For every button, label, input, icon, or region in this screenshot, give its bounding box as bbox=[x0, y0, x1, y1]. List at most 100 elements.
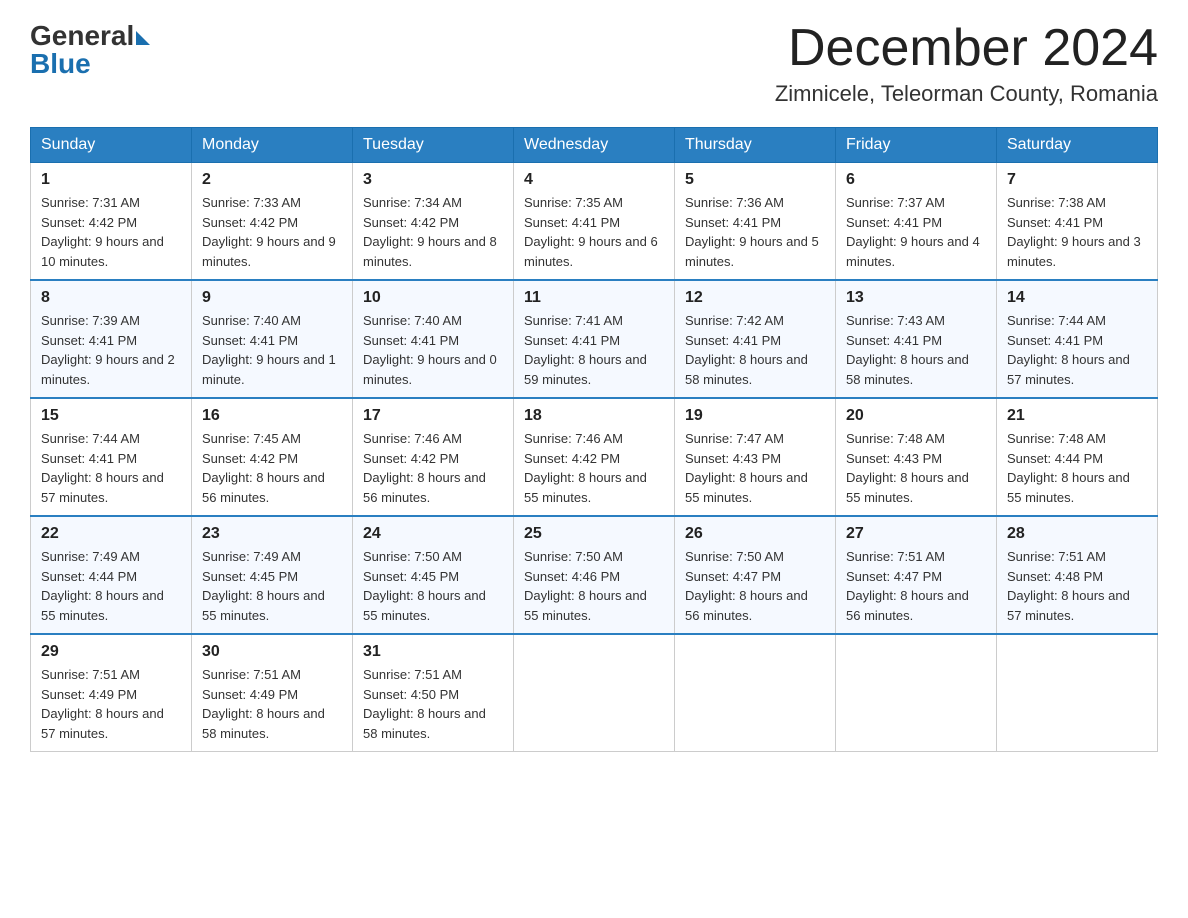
calendar-cell: 7 Sunrise: 7:38 AM Sunset: 4:41 PM Dayli… bbox=[997, 163, 1158, 281]
day-info: Sunrise: 7:38 AM Sunset: 4:41 PM Dayligh… bbox=[1007, 193, 1147, 271]
header-thursday: Thursday bbox=[675, 128, 836, 163]
day-number: 23 bbox=[202, 525, 342, 543]
calendar-cell: 22 Sunrise: 7:49 AM Sunset: 4:44 PM Dayl… bbox=[31, 516, 192, 634]
calendar-cell: 27 Sunrise: 7:51 AM Sunset: 4:47 PM Dayl… bbox=[836, 516, 997, 634]
day-info: Sunrise: 7:46 AM Sunset: 4:42 PM Dayligh… bbox=[524, 429, 664, 507]
day-number: 4 bbox=[524, 171, 664, 189]
calendar-cell: 19 Sunrise: 7:47 AM Sunset: 4:43 PM Dayl… bbox=[675, 398, 836, 516]
page-header: General Blue December 2024 Zimnicele, Te… bbox=[30, 20, 1158, 107]
calendar-cell: 26 Sunrise: 7:50 AM Sunset: 4:47 PM Dayl… bbox=[675, 516, 836, 634]
day-number: 24 bbox=[363, 525, 503, 543]
day-info: Sunrise: 7:50 AM Sunset: 4:47 PM Dayligh… bbox=[685, 547, 825, 625]
calendar-cell: 13 Sunrise: 7:43 AM Sunset: 4:41 PM Dayl… bbox=[836, 280, 997, 398]
calendar-cell: 8 Sunrise: 7:39 AM Sunset: 4:41 PM Dayli… bbox=[31, 280, 192, 398]
calendar-cell: 3 Sunrise: 7:34 AM Sunset: 4:42 PM Dayli… bbox=[353, 163, 514, 281]
day-number: 21 bbox=[1007, 407, 1147, 425]
day-number: 5 bbox=[685, 171, 825, 189]
header-saturday: Saturday bbox=[997, 128, 1158, 163]
day-number: 25 bbox=[524, 525, 664, 543]
logo: General Blue bbox=[30, 20, 150, 80]
day-number: 2 bbox=[202, 171, 342, 189]
calendar-cell: 16 Sunrise: 7:45 AM Sunset: 4:42 PM Dayl… bbox=[192, 398, 353, 516]
day-number: 19 bbox=[685, 407, 825, 425]
day-info: Sunrise: 7:43 AM Sunset: 4:41 PM Dayligh… bbox=[846, 311, 986, 389]
day-number: 11 bbox=[524, 289, 664, 307]
day-number: 6 bbox=[846, 171, 986, 189]
title-area: December 2024 Zimnicele, Teleorman Count… bbox=[775, 20, 1158, 107]
calendar-cell: 21 Sunrise: 7:48 AM Sunset: 4:44 PM Dayl… bbox=[997, 398, 1158, 516]
header-friday: Friday bbox=[836, 128, 997, 163]
calendar-cell: 25 Sunrise: 7:50 AM Sunset: 4:46 PM Dayl… bbox=[514, 516, 675, 634]
day-info: Sunrise: 7:41 AM Sunset: 4:41 PM Dayligh… bbox=[524, 311, 664, 389]
header-wednesday: Wednesday bbox=[514, 128, 675, 163]
day-info: Sunrise: 7:51 AM Sunset: 4:47 PM Dayligh… bbox=[846, 547, 986, 625]
day-number: 27 bbox=[846, 525, 986, 543]
calendar-cell: 23 Sunrise: 7:49 AM Sunset: 4:45 PM Dayl… bbox=[192, 516, 353, 634]
day-number: 1 bbox=[41, 171, 181, 189]
day-info: Sunrise: 7:47 AM Sunset: 4:43 PM Dayligh… bbox=[685, 429, 825, 507]
calendar-week-1: 1 Sunrise: 7:31 AM Sunset: 4:42 PM Dayli… bbox=[31, 163, 1158, 281]
calendar-week-5: 29 Sunrise: 7:51 AM Sunset: 4:49 PM Dayl… bbox=[31, 634, 1158, 752]
calendar-cell: 4 Sunrise: 7:35 AM Sunset: 4:41 PM Dayli… bbox=[514, 163, 675, 281]
day-info: Sunrise: 7:37 AM Sunset: 4:41 PM Dayligh… bbox=[846, 193, 986, 271]
day-info: Sunrise: 7:45 AM Sunset: 4:42 PM Dayligh… bbox=[202, 429, 342, 507]
calendar-cell bbox=[997, 634, 1158, 752]
calendar-cell: 17 Sunrise: 7:46 AM Sunset: 4:42 PM Dayl… bbox=[353, 398, 514, 516]
day-number: 31 bbox=[363, 643, 503, 661]
calendar-cell: 2 Sunrise: 7:33 AM Sunset: 4:42 PM Dayli… bbox=[192, 163, 353, 281]
calendar-cell: 15 Sunrise: 7:44 AM Sunset: 4:41 PM Dayl… bbox=[31, 398, 192, 516]
location-title: Zimnicele, Teleorman County, Romania bbox=[775, 81, 1158, 107]
day-info: Sunrise: 7:40 AM Sunset: 4:41 PM Dayligh… bbox=[363, 311, 503, 389]
calendar-cell: 12 Sunrise: 7:42 AM Sunset: 4:41 PM Dayl… bbox=[675, 280, 836, 398]
day-number: 10 bbox=[363, 289, 503, 307]
day-info: Sunrise: 7:51 AM Sunset: 4:49 PM Dayligh… bbox=[41, 665, 181, 743]
calendar-header-row: Sunday Monday Tuesday Wednesday Thursday… bbox=[31, 128, 1158, 163]
day-info: Sunrise: 7:46 AM Sunset: 4:42 PM Dayligh… bbox=[363, 429, 503, 507]
calendar-cell: 11 Sunrise: 7:41 AM Sunset: 4:41 PM Dayl… bbox=[514, 280, 675, 398]
header-sunday: Sunday bbox=[31, 128, 192, 163]
day-number: 16 bbox=[202, 407, 342, 425]
day-info: Sunrise: 7:36 AM Sunset: 4:41 PM Dayligh… bbox=[685, 193, 825, 271]
day-number: 26 bbox=[685, 525, 825, 543]
day-number: 7 bbox=[1007, 171, 1147, 189]
calendar-week-2: 8 Sunrise: 7:39 AM Sunset: 4:41 PM Dayli… bbox=[31, 280, 1158, 398]
calendar-cell bbox=[675, 634, 836, 752]
calendar-cell bbox=[514, 634, 675, 752]
day-number: 3 bbox=[363, 171, 503, 189]
calendar-cell: 24 Sunrise: 7:50 AM Sunset: 4:45 PM Dayl… bbox=[353, 516, 514, 634]
day-info: Sunrise: 7:49 AM Sunset: 4:45 PM Dayligh… bbox=[202, 547, 342, 625]
logo-blue-text: Blue bbox=[30, 48, 91, 80]
day-info: Sunrise: 7:42 AM Sunset: 4:41 PM Dayligh… bbox=[685, 311, 825, 389]
calendar-cell: 29 Sunrise: 7:51 AM Sunset: 4:49 PM Dayl… bbox=[31, 634, 192, 752]
day-number: 28 bbox=[1007, 525, 1147, 543]
day-info: Sunrise: 7:51 AM Sunset: 4:48 PM Dayligh… bbox=[1007, 547, 1147, 625]
day-number: 14 bbox=[1007, 289, 1147, 307]
day-number: 9 bbox=[202, 289, 342, 307]
calendar-cell: 20 Sunrise: 7:48 AM Sunset: 4:43 PM Dayl… bbox=[836, 398, 997, 516]
day-info: Sunrise: 7:49 AM Sunset: 4:44 PM Dayligh… bbox=[41, 547, 181, 625]
day-info: Sunrise: 7:44 AM Sunset: 4:41 PM Dayligh… bbox=[41, 429, 181, 507]
day-number: 22 bbox=[41, 525, 181, 543]
day-number: 13 bbox=[846, 289, 986, 307]
day-info: Sunrise: 7:48 AM Sunset: 4:43 PM Dayligh… bbox=[846, 429, 986, 507]
day-info: Sunrise: 7:35 AM Sunset: 4:41 PM Dayligh… bbox=[524, 193, 664, 271]
calendar-cell: 9 Sunrise: 7:40 AM Sunset: 4:41 PM Dayli… bbox=[192, 280, 353, 398]
calendar-cell: 14 Sunrise: 7:44 AM Sunset: 4:41 PM Dayl… bbox=[997, 280, 1158, 398]
calendar-week-3: 15 Sunrise: 7:44 AM Sunset: 4:41 PM Dayl… bbox=[31, 398, 1158, 516]
calendar-cell: 31 Sunrise: 7:51 AM Sunset: 4:50 PM Dayl… bbox=[353, 634, 514, 752]
day-number: 20 bbox=[846, 407, 986, 425]
day-number: 12 bbox=[685, 289, 825, 307]
header-monday: Monday bbox=[192, 128, 353, 163]
day-info: Sunrise: 7:44 AM Sunset: 4:41 PM Dayligh… bbox=[1007, 311, 1147, 389]
day-number: 15 bbox=[41, 407, 181, 425]
calendar-cell: 10 Sunrise: 7:40 AM Sunset: 4:41 PM Dayl… bbox=[353, 280, 514, 398]
day-info: Sunrise: 7:50 AM Sunset: 4:46 PM Dayligh… bbox=[524, 547, 664, 625]
logo-triangle-icon bbox=[136, 31, 150, 45]
day-info: Sunrise: 7:33 AM Sunset: 4:42 PM Dayligh… bbox=[202, 193, 342, 271]
day-number: 18 bbox=[524, 407, 664, 425]
calendar-cell: 5 Sunrise: 7:36 AM Sunset: 4:41 PM Dayli… bbox=[675, 163, 836, 281]
calendar-cell bbox=[836, 634, 997, 752]
calendar-cell: 6 Sunrise: 7:37 AM Sunset: 4:41 PM Dayli… bbox=[836, 163, 997, 281]
day-number: 17 bbox=[363, 407, 503, 425]
calendar-table: Sunday Monday Tuesday Wednesday Thursday… bbox=[30, 127, 1158, 752]
